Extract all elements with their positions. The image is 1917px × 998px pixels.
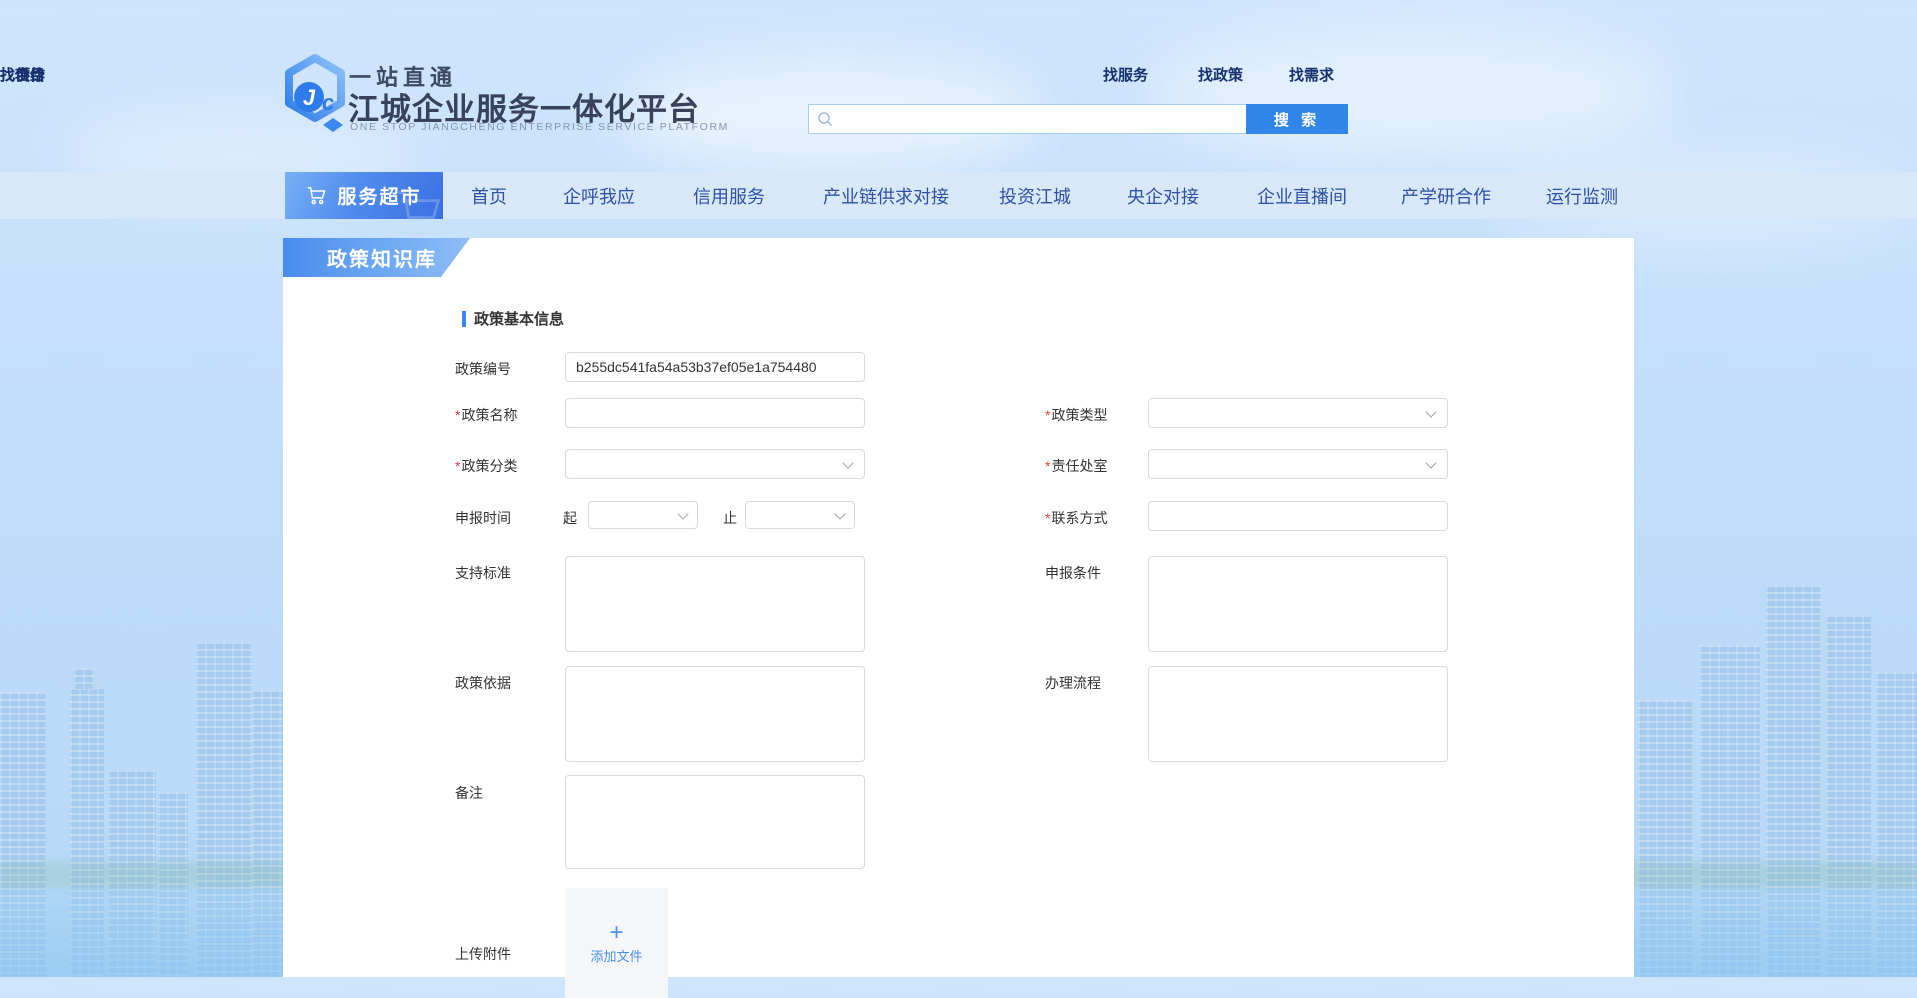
nav-item-invest[interactable]: 投资江城 (999, 172, 1071, 219)
chevron-down-icon (842, 457, 853, 468)
chevron-down-icon (834, 508, 845, 519)
tree-band (1620, 862, 1917, 888)
search-input-wrap (808, 104, 1246, 134)
nav-item-central-enterprise[interactable]: 央企对接 (1127, 172, 1199, 219)
support-standard-label: 支持标准 (455, 563, 511, 583)
policy-category-select[interactable] (565, 449, 865, 479)
policy-basis-label: 政策依据 (455, 673, 511, 693)
duty-office-label: *责任处室 (1045, 456, 1107, 476)
chevron-down-icon (677, 508, 688, 519)
apply-time-from-label: 起 (563, 508, 577, 528)
policy-no-input[interactable] (565, 352, 865, 382)
quick-link-find-cooperation[interactable]: 找合作 (0, 64, 45, 85)
plus-icon: + (609, 922, 623, 944)
duty-office-select[interactable] (1148, 449, 1448, 479)
cart-watermark-icon (393, 186, 443, 219)
policy-type-select[interactable] (1148, 398, 1448, 428)
quick-link-find-policy[interactable]: 找政策 (1198, 64, 1243, 85)
search-button[interactable]: 搜 索 (1246, 104, 1348, 134)
section-title: 政策基本信息 (474, 308, 564, 329)
contact-input[interactable] (1148, 501, 1448, 531)
apply-time-to-label: 止 (723, 508, 737, 528)
content-panel: 政策知识库 政策基本信息 政策编号 *政策名称 *政策类型 *政策分类 *责任处… (283, 238, 1634, 977)
apply-condition-label: 申报条件 (1045, 563, 1101, 583)
apply-time-to-select[interactable] (745, 501, 855, 529)
chevron-down-icon (1425, 406, 1436, 417)
support-standard-textarea[interactable] (565, 556, 865, 652)
nav-item-home[interactable]: 首页 (471, 172, 507, 219)
section-header: 政策基本信息 (462, 308, 564, 329)
search-icon (817, 111, 833, 127)
main-nav: 服务超市 首页 企呼我应 信用服务 产业链供求对接 投资江城 央企对接 企业直播… (0, 172, 1917, 219)
apply-time-from-select[interactable] (588, 501, 698, 529)
brand-subtitle-en: ONE STOP JIANGCHENG ENTERPRISE SERVICE P… (350, 121, 729, 133)
policy-category-label: *政策分类 (455, 456, 517, 476)
logo-letter-c: c (322, 90, 334, 115)
handle-process-label: 办理流程 (1045, 673, 1101, 693)
nav-item-operation-monitor[interactable]: 运行监测 (1546, 172, 1618, 219)
search-input[interactable] (833, 105, 1238, 133)
chevron-down-icon (1425, 457, 1436, 468)
search-bar: 搜 索 (808, 104, 1348, 134)
policy-basis-textarea[interactable] (565, 666, 865, 762)
nav-item-credit-service[interactable]: 信用服务 (693, 172, 765, 219)
site-header: J c 一站直通 江城企业服务一体化平台 ONE STOP JIANGCHENG… (0, 0, 1917, 172)
apply-time-label: 申报时间 (455, 508, 511, 528)
building-silhouette (74, 668, 94, 690)
policy-name-input[interactable] (565, 398, 865, 428)
policy-type-label: *政策类型 (1045, 405, 1107, 425)
nav-item-enterprise-response[interactable]: 企呼我应 (563, 172, 635, 219)
nav-item-supply-chain[interactable]: 产业链供求对接 (823, 172, 949, 219)
nav-item-live-room[interactable]: 企业直播间 (1257, 172, 1347, 219)
page-title: 政策知识库 (283, 238, 470, 277)
upload-label: 上传附件 (455, 944, 511, 964)
platform-logo-icon: J c (283, 54, 347, 140)
remark-textarea[interactable] (565, 775, 865, 869)
handle-process-textarea[interactable] (1148, 666, 1448, 762)
nav-item-service-market[interactable]: 服务超市 (285, 172, 443, 219)
add-file-label: 添加文件 (590, 946, 642, 965)
policy-name-label: *政策名称 (455, 405, 517, 425)
contact-label: *联系方式 (1045, 508, 1107, 528)
remark-label: 备注 (455, 783, 483, 803)
add-file-button[interactable]: + 添加文件 (565, 888, 668, 998)
cart-icon (306, 185, 328, 207)
quick-link-find-service[interactable]: 找服务 (1103, 64, 1148, 85)
section-accent-bar (462, 311, 466, 327)
logo-letter-j: J (303, 85, 316, 110)
nav-item-industry-research[interactable]: 产学研合作 (1401, 172, 1491, 219)
tree-band (0, 862, 300, 888)
apply-condition-textarea[interactable] (1148, 556, 1448, 652)
policy-no-label: 政策编号 (455, 359, 511, 379)
quick-link-find-demand[interactable]: 找需求 (1289, 64, 1334, 85)
